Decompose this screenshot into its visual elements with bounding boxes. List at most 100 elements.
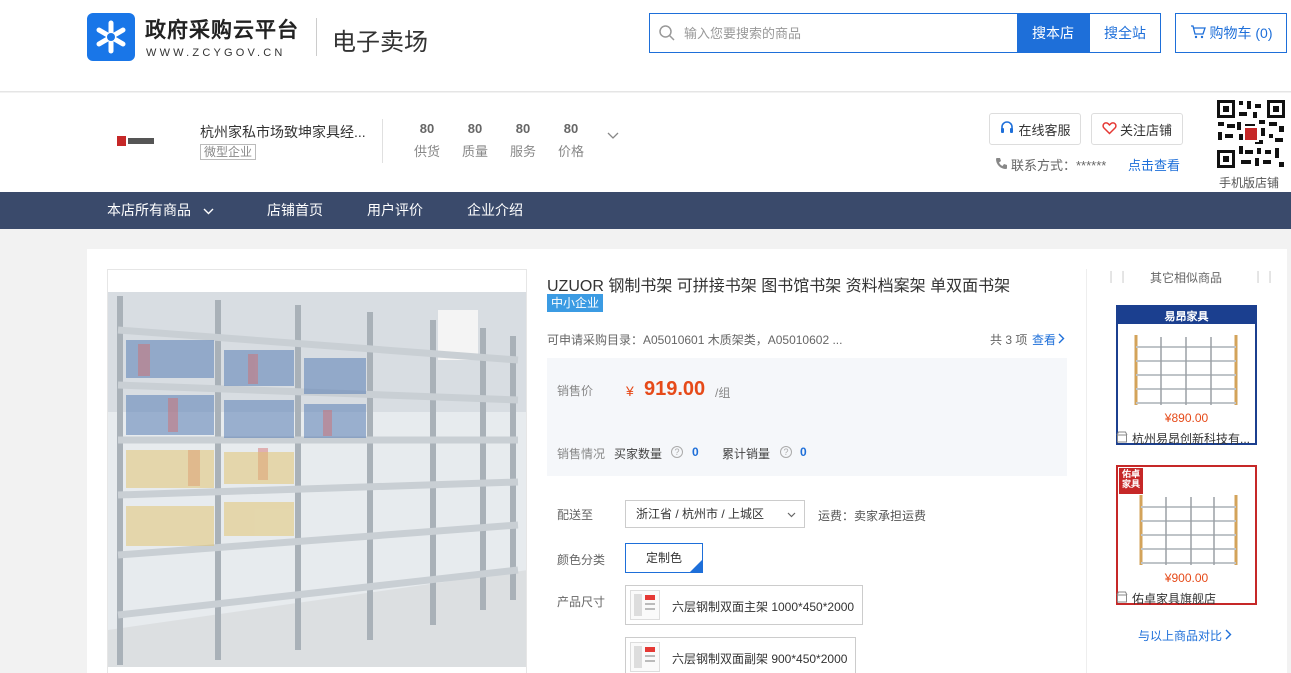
- compare-link[interactable]: 与以上商品对比: [1138, 627, 1232, 644]
- similar-product-card[interactable]: 易昂家具 ¥890.00 杭州易昂创新科技有...: [1116, 305, 1257, 445]
- price-label: 销售价: [557, 384, 594, 398]
- color-option-custom[interactable]: 定制色: [625, 543, 703, 573]
- similar-store-label: 佑卓家具旗舰店: [1132, 592, 1217, 605]
- price-unit: /组: [715, 386, 731, 400]
- buyers-label: 买家数量: [614, 447, 663, 461]
- score-label: 服务: [509, 144, 536, 159]
- similar-store-label: 杭州易昂创新科技有...: [1132, 432, 1251, 445]
- store-logo[interactable]: [117, 135, 155, 147]
- store-bar: 杭州家私市场致坤家具经... 微型企业 80 供货 80 质量 80 服务 80…: [0, 93, 1291, 192]
- catalog-count: 共 3 项: [990, 333, 1028, 347]
- region-select[interactable]: 浙江省 / 杭州市 / 上城区: [625, 500, 805, 528]
- score-quality: 80 质量: [455, 121, 495, 160]
- zcy-logo-icon[interactable]: [87, 13, 135, 61]
- nav-store-home[interactable]: 店铺首页: [267, 192, 323, 229]
- contact-text: 联系方式：******: [1011, 158, 1107, 173]
- top-header: 政府采购云平台 WWW.ZCYGOV.CN 电子卖场 搜本店 搜全站 购物车 (…: [0, 0, 1291, 92]
- store-icon: [1116, 591, 1128, 605]
- score-label: 供货: [413, 144, 440, 159]
- score-supply: 80 供货: [407, 121, 447, 160]
- price-currency: ¥: [626, 383, 634, 399]
- similar-price: ¥900.00: [1164, 571, 1209, 585]
- title-decoration: ❘❘: [1106, 269, 1131, 283]
- logo-url: WWW.ZCYGOV.CN: [146, 47, 286, 59]
- online-service-button[interactable]: 在线客服: [989, 113, 1081, 145]
- logo-title[interactable]: 政府采购云平台: [145, 14, 299, 44]
- online-service-label: 在线客服: [1018, 122, 1071, 138]
- selected-check-icon: [690, 560, 702, 572]
- size-option[interactable]: 六层钢制双面副架 900*450*2000: [625, 637, 856, 673]
- buyers-value: 0: [692, 445, 699, 459]
- chevron-right-icon: [1225, 629, 1232, 643]
- size-option-label: 六层钢制双面主架 1000*450*2000: [672, 600, 855, 614]
- similar-store-name: 佑卓家具旗舰店: [1116, 590, 1216, 605]
- store-type-tag: 微型企业: [200, 144, 257, 160]
- size-thumbnail: [630, 642, 660, 672]
- headset-icon: [999, 120, 1015, 139]
- product-title: UZUOR 钢制书架 可拼接书架 图书馆书架 资料档案架 单双面书架: [547, 278, 1011, 295]
- show-contact-link[interactable]: 点击查看: [1128, 155, 1180, 174]
- search-all-button[interactable]: 搜全站: [1089, 13, 1161, 53]
- search-box: [649, 13, 1017, 53]
- sidebar-divider: [1086, 269, 1087, 673]
- score-value: 80: [515, 121, 531, 136]
- follow-store-button[interactable]: 关注店铺: [1091, 113, 1183, 145]
- search-icon: [658, 24, 676, 45]
- chevron-down-icon[interactable]: [607, 129, 619, 143]
- sme-badge: 中小企业: [547, 294, 604, 312]
- similar-product-card[interactable]: 佑卓家具 ¥900.00 佑卓家具旗舰店: [1116, 465, 1257, 605]
- chevron-right-icon: [1058, 333, 1065, 347]
- qr-code-icon[interactable]: [1215, 98, 1287, 170]
- search-input[interactable]: [684, 14, 1004, 52]
- size-label: 产品尺寸: [557, 595, 606, 609]
- nav-all-products-label: 本店所有商品: [107, 202, 191, 218]
- shipping-fee: 运费：卖家承担运费: [818, 509, 927, 523]
- follow-store-label: 关注店铺: [1119, 122, 1172, 138]
- price-value: 919.00: [644, 378, 706, 400]
- search-store-button[interactable]: 搜本店: [1017, 13, 1089, 53]
- heart-icon: [1102, 121, 1117, 138]
- phone-icon: [995, 157, 1008, 173]
- sales-label: 销售情况: [557, 447, 606, 461]
- store-nav: 本店所有商品 店铺首页 用户评价 企业介绍: [0, 192, 1291, 229]
- size-option-label: 六层钢制双面副架 900*450*2000: [672, 652, 848, 666]
- color-label: 颜色分类: [557, 553, 606, 567]
- size-option[interactable]: 六层钢制双面主架 1000*450*2000: [625, 585, 863, 625]
- similar-products-title: 其它相似商品: [1150, 271, 1223, 285]
- cart-label: 购物车 (0): [1209, 25, 1273, 41]
- total-sold-label: 累计销量: [722, 447, 771, 461]
- catalog-view-label: 查看: [1032, 333, 1057, 347]
- score-label: 质量: [461, 144, 488, 159]
- score-value: 80: [563, 121, 579, 136]
- size-thumbnail: [630, 590, 660, 620]
- score-value: 80: [467, 121, 483, 136]
- qr-label: 手机版店铺: [1219, 176, 1280, 190]
- help-icon[interactable]: ?: [671, 446, 683, 458]
- catalog-view-link[interactable]: 查看: [1032, 331, 1065, 348]
- cart-button[interactable]: 购物车 (0): [1175, 13, 1287, 53]
- similar-store-name: 杭州易昂创新科技有...: [1116, 430, 1250, 445]
- help-icon[interactable]: ?: [780, 446, 792, 458]
- logo-divider: [316, 18, 317, 56]
- score-value: 80: [419, 121, 435, 136]
- store-name[interactable]: 杭州家私市场致坤家具经...: [200, 122, 366, 142]
- compare-label: 与以上商品对比: [1138, 629, 1223, 643]
- similar-brand: 佑卓家具: [1121, 469, 1140, 489]
- total-sold-value: 0: [800, 445, 807, 459]
- logo-subtitle: 电子卖场: [332, 29, 428, 56]
- color-option-label: 定制色: [645, 551, 682, 565]
- contact-info: 联系方式：******: [995, 155, 1106, 174]
- procurement-catalog: 可申请采购目录：A05010601 木质架类，A05010602 ...: [547, 333, 843, 347]
- chevron-down-icon: [787, 501, 796, 527]
- product-main-image[interactable]: [107, 269, 527, 673]
- nav-all-products[interactable]: 本店所有商品: [107, 192, 214, 229]
- ship-to-label: 配送至: [557, 508, 594, 522]
- cart-icon: [1190, 24, 1206, 42]
- score-label: 价格: [557, 144, 584, 159]
- similar-brand: 易昂家具: [1164, 311, 1209, 323]
- score-service: 80 服务: [503, 121, 543, 160]
- nav-company-intro[interactable]: 企业介绍: [467, 192, 523, 229]
- chevron-down-icon: [203, 192, 214, 229]
- nav-user-reviews[interactable]: 用户评价: [367, 192, 423, 229]
- score-price: 80 价格: [551, 121, 591, 160]
